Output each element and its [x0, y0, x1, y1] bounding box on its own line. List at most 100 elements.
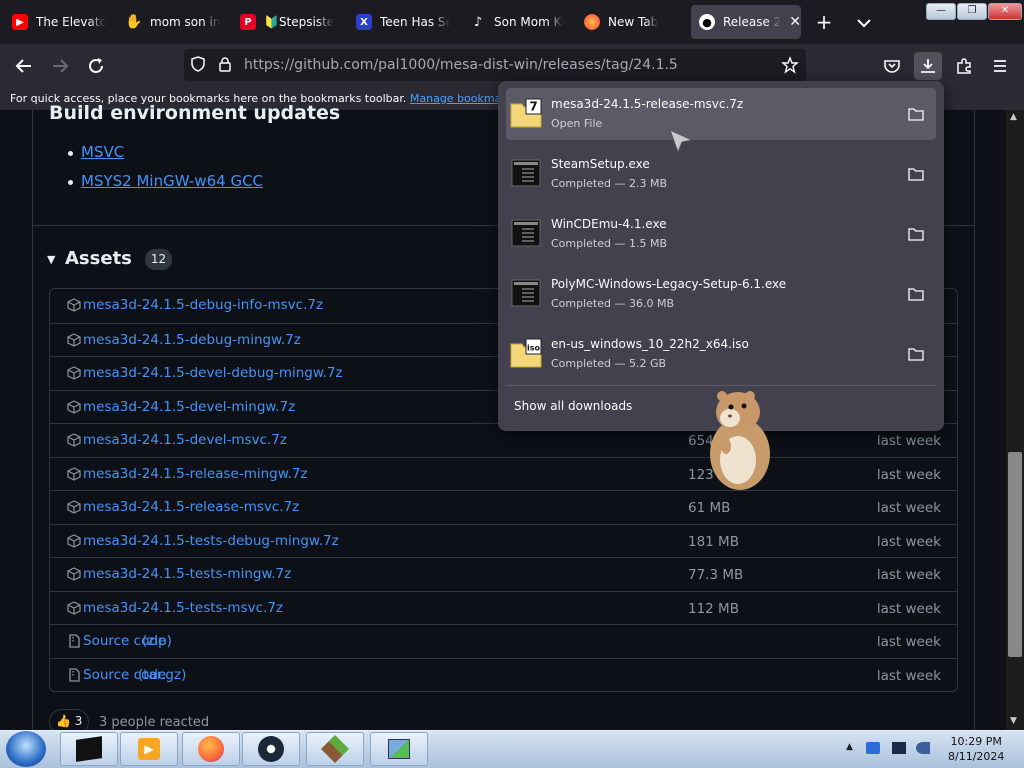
- pocket-icon: [884, 60, 900, 73]
- taskbar-steam[interactable]: [242, 732, 300, 766]
- download-item[interactable]: iso en-us_windows_10_22h2_x64.iso Complete…: [506, 328, 936, 380]
- firefox-icon: [584, 14, 600, 30]
- download-status: Open File: [551, 117, 603, 130]
- tab-label: Release 24.: [723, 15, 782, 29]
- download-item[interactable]: PolyMC-Windows-Legacy-Setup-6.1.exe Compl…: [506, 268, 936, 320]
- folder-icon[interactable]: [908, 166, 924, 181]
- extensions-button[interactable]: [950, 52, 978, 80]
- scroll-up-arrow-icon[interactable]: ▲: [1010, 112, 1017, 122]
- download-item[interactable]: SteamSetup.exe Completed — 2.3 MB: [506, 148, 936, 200]
- package-icon: [67, 399, 81, 414]
- shield-icon[interactable]: [190, 56, 206, 72]
- package-icon: [67, 297, 81, 312]
- exe-icon: [510, 218, 542, 248]
- taskbar-cube-app[interactable]: [60, 732, 118, 766]
- reaction-count: 3: [74, 714, 83, 728]
- tab-label: The Elevator: [36, 15, 106, 29]
- tab-mom-son[interactable]: ✋ mom son imp: [118, 5, 228, 39]
- asset-link[interactable]: mesa3d-24.1.5-release-mingw.7z: [83, 466, 308, 482]
- puzzle-icon: [957, 58, 971, 74]
- asset-link[interactable]: mesa3d-24.1.5-tests-mingw.7z: [83, 566, 291, 582]
- new-tab-button[interactable]: +: [812, 11, 836, 35]
- close-window-button[interactable]: ✕: [988, 3, 1022, 20]
- tab-release[interactable]: ● Release 24. ✕: [691, 5, 801, 39]
- volume-icon[interactable]: [916, 742, 930, 754]
- pinterest-icon: P: [240, 14, 256, 30]
- start-button[interactable]: [6, 731, 46, 767]
- package-icon: [67, 332, 81, 347]
- download-filename: mesa3d-24.1.5-release-msvc.7z: [551, 97, 744, 111]
- tab-son-mom[interactable]: ♪ Son Mom Kis: [462, 5, 572, 39]
- asset-link[interactable]: mesa3d-24.1.5-debug-info-msvc.7z: [83, 297, 323, 313]
- network-icon[interactable]: [892, 742, 906, 754]
- download-status: Completed — 2.3 MB: [551, 177, 668, 190]
- table-row: mesa3d-24.1.5-tests-mingw.7z 77.3 MB last …: [50, 557, 957, 591]
- package-icon: [67, 365, 81, 380]
- close-tab-icon[interactable]: ✕: [789, 14, 801, 30]
- show-all-downloads-button[interactable]: Show all downloads: [514, 399, 632, 413]
- exe-icon: [510, 278, 542, 308]
- folder-icon[interactable]: [908, 106, 924, 121]
- taskbar-firefox[interactable]: [182, 732, 240, 766]
- menu-button[interactable]: [986, 52, 1014, 80]
- asset-link[interactable]: mesa3d-24.1.5-devel-mingw.7z: [83, 399, 295, 415]
- asset-link[interactable]: mesa3d-24.1.5-tests-debug-mingw.7z: [83, 533, 339, 549]
- asset-link[interactable]: mesa3d-24.1.5-debug-mingw.7z: [83, 332, 301, 348]
- package-icon: [67, 499, 81, 514]
- download-item[interactable]: 7 mesa3d-24.1.5-release-msvc.7z Open File: [506, 88, 936, 140]
- url-domain: https://github.com: [244, 57, 374, 73]
- minimize-button[interactable]: —: [926, 3, 956, 20]
- tab-new-tab[interactable]: New Tab: [576, 5, 686, 39]
- build-link-msvc[interactable]: MSVC: [81, 143, 124, 161]
- taskbar-image-editor[interactable]: [370, 732, 428, 766]
- downloads-button[interactable]: [914, 52, 942, 80]
- download-status: Completed — 1.5 MB: [551, 237, 668, 250]
- scrollbar-thumb[interactable]: [1008, 452, 1022, 657]
- folder-icon[interactable]: [908, 286, 924, 301]
- tab-teen[interactable]: X Teen Has Sex: [348, 5, 458, 39]
- table-row: mesa3d-24.1.5-tests-debug-mingw.7z 181 MB…: [50, 523, 957, 558]
- assets-heading[interactable]: Assets: [65, 248, 132, 269]
- table-row: mesa3d-24.1.5-tests-msvc.7z 112 MB last we…: [50, 590, 957, 625]
- caret-down-icon[interactable]: ▼: [47, 253, 55, 266]
- asset-link[interactable]: mesa3d-24.1.5-devel-msvc.7z: [83, 432, 287, 448]
- folder-icon[interactable]: [908, 346, 924, 361]
- download-item[interactable]: WinCDEmu-4.1.exe Completed — 1.5 MB: [506, 208, 936, 260]
- asset-date: last week: [876, 500, 941, 516]
- tab-youtube[interactable]: ▶ The Elevator: [4, 5, 114, 39]
- build-link-msys2[interactable]: MSYS2 MinGW-w64 GCC: [81, 172, 263, 190]
- tab-stepsister[interactable]: P 🔰Stepsister F: [232, 5, 342, 39]
- show-hidden-icons-icon[interactable]: ▲: [846, 742, 860, 754]
- list-all-tabs-button[interactable]: [852, 11, 876, 35]
- bluetooth-icon[interactable]: [866, 742, 880, 754]
- bookmark-star-icon[interactable]: [781, 56, 799, 74]
- asset-date: last week: [876, 466, 941, 483]
- asset-date: last week: [876, 567, 941, 583]
- exe-icon: [510, 158, 542, 188]
- asset-link[interactable]: mesa3d-24.1.5-release-msvc.7z: [83, 499, 299, 515]
- taskbar-media-player[interactable]: ▶: [120, 732, 178, 766]
- scroll-down-arrow-icon[interactable]: ▼: [1010, 716, 1017, 726]
- asset-format[interactable]: (tar.gz): [138, 667, 186, 683]
- back-button[interactable]: [10, 52, 38, 80]
- lock-icon[interactable]: [218, 56, 232, 72]
- asset-format[interactable]: (zip): [142, 633, 172, 649]
- clock[interactable]: 10:29 PM 8/11/2024: [948, 734, 1004, 764]
- asset-link[interactable]: mesa3d-24.1.5-tests-msvc.7z: [83, 600, 283, 616]
- x-icon: X: [356, 14, 372, 30]
- url-text[interactable]: https://github.com/pal1000/mesa-dist-win…: [244, 57, 678, 73]
- assets-count-badge: 12: [145, 249, 172, 270]
- maximize-button[interactable]: ❐: [957, 3, 987, 20]
- asset-date: last week: [876, 433, 941, 449]
- forward-button[interactable]: [46, 52, 74, 80]
- taskbar-minecraft[interactable]: [306, 732, 364, 766]
- tab-label: mom son imp: [150, 15, 220, 29]
- table-row: Source code (zip) last week: [50, 624, 957, 658]
- asset-link[interactable]: mesa3d-24.1.5-devel-debug-mingw.7z: [83, 365, 343, 381]
- steam-icon: [258, 736, 284, 762]
- folder-icon[interactable]: [908, 226, 924, 241]
- download-filename: WinCDEmu-4.1.exe: [551, 217, 667, 231]
- reload-button[interactable]: [82, 52, 110, 80]
- svg-text:iso: iso: [527, 344, 541, 353]
- pocket-button[interactable]: [878, 52, 906, 80]
